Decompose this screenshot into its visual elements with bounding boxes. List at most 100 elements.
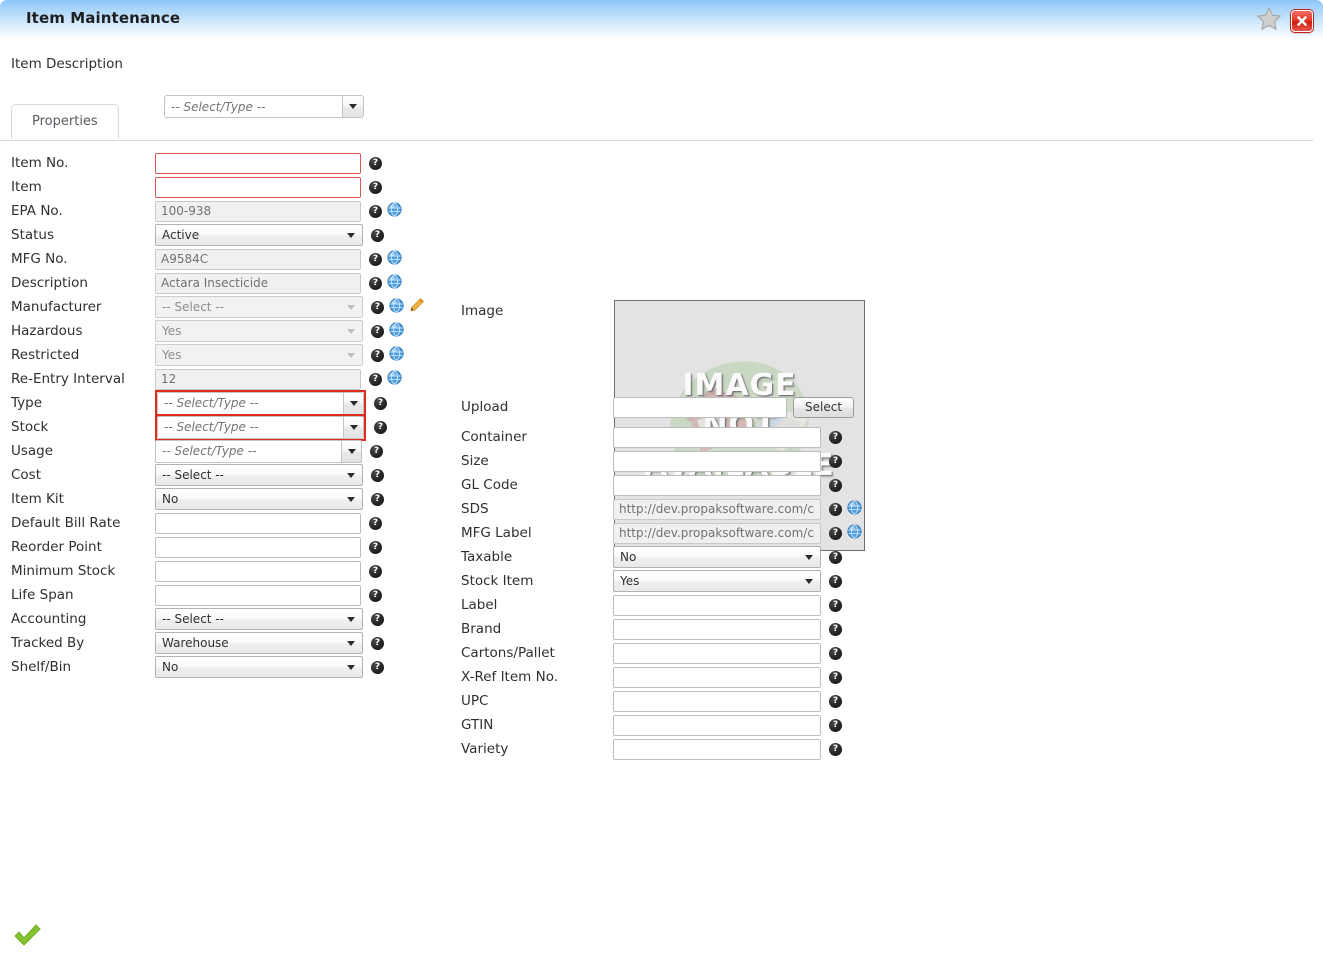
help-icon[interactable]: ? <box>369 540 382 554</box>
edit-pencil-icon[interactable] <box>409 297 425 317</box>
item-no-input[interactable] <box>155 152 361 174</box>
accounting-select[interactable]: -- Select -- <box>155 608 363 630</box>
field-icons: ? <box>371 612 384 626</box>
help-icon[interactable]: ? <box>829 454 842 468</box>
globe-icon[interactable] <box>387 369 402 389</box>
help-icon[interactable]: ? <box>829 670 842 684</box>
field-icons: ? <box>829 499 862 519</box>
upload-path-input[interactable] <box>613 396 787 418</box>
type-combo-dropdown-button[interactable] <box>343 391 364 415</box>
status-select[interactable]: Active <box>155 224 363 246</box>
upload-select-button[interactable]: Select <box>793 396 855 418</box>
help-icon[interactable]: ? <box>371 612 384 626</box>
help-icon[interactable]: ? <box>371 324 384 338</box>
globe-icon[interactable] <box>389 297 404 317</box>
label-input[interactable] <box>613 594 821 616</box>
help-icon[interactable]: ? <box>371 300 384 314</box>
help-icon[interactable]: ? <box>374 396 387 410</box>
field-row: Item? <box>0 175 450 199</box>
mfg-label-input <box>613 522 821 544</box>
tab-properties[interactable]: Properties <box>11 104 119 139</box>
help-icon[interactable]: ? <box>371 348 384 362</box>
globe-icon[interactable] <box>387 201 402 221</box>
usage-combobox[interactable] <box>155 439 362 463</box>
field-label: Usage <box>11 443 54 459</box>
help-icon[interactable]: ? <box>369 564 382 578</box>
help-icon[interactable]: ? <box>829 430 842 444</box>
minimum-stock-input[interactable] <box>155 560 361 582</box>
brand-input[interactable] <box>613 618 821 640</box>
field-control: ? <box>155 152 382 174</box>
item-kit-select[interactable]: No <box>155 488 363 510</box>
type-combobox[interactable] <box>155 389 366 417</box>
tracked-by-select[interactable]: Warehouse <box>155 632 363 654</box>
field-control: Yes? <box>155 320 404 342</box>
help-icon[interactable]: ? <box>370 444 383 458</box>
help-icon[interactable]: ? <box>371 636 384 650</box>
star-icon[interactable] <box>1256 6 1282 35</box>
help-icon[interactable]: ? <box>829 478 842 492</box>
type-combo-input[interactable] <box>157 391 343 415</box>
help-icon[interactable]: ? <box>369 204 382 218</box>
help-icon[interactable]: ? <box>371 492 384 506</box>
stock-combo-input[interactable] <box>157 415 343 439</box>
save-button[interactable] <box>12 923 42 953</box>
stock-combobox[interactable] <box>155 413 366 441</box>
item-input[interactable] <box>155 176 361 198</box>
help-icon[interactable]: ? <box>369 372 382 386</box>
help-icon[interactable]: ? <box>829 550 842 564</box>
field-icons: ? <box>369 180 382 194</box>
field-label: Reorder Point <box>11 539 102 555</box>
globe-icon[interactable] <box>847 523 862 543</box>
taxable-select[interactable]: No <box>613 546 821 568</box>
globe-icon[interactable] <box>387 249 402 269</box>
help-icon[interactable]: ? <box>369 516 382 530</box>
close-icon[interactable] <box>1291 9 1313 32</box>
cost-select[interactable]: -- Select -- <box>155 464 363 486</box>
container-input[interactable] <box>613 426 821 448</box>
help-icon[interactable]: ? <box>369 276 382 290</box>
gl-code-input[interactable] <box>613 474 821 496</box>
reorder-point-input[interactable] <box>155 536 361 558</box>
stock-item-select[interactable]: Yes <box>613 570 821 592</box>
help-icon[interactable]: ? <box>829 718 842 732</box>
field-row: X-Ref Item No.? <box>450 665 920 689</box>
upc-input[interactable] <box>613 690 821 712</box>
help-icon[interactable]: ? <box>829 502 842 516</box>
globe-icon[interactable] <box>389 321 404 341</box>
gtin-input[interactable] <box>613 714 821 736</box>
help-icon[interactable]: ? <box>829 622 842 636</box>
cartons-pallet-input[interactable] <box>613 642 821 664</box>
help-icon[interactable]: ? <box>829 574 842 588</box>
help-icon[interactable]: ? <box>371 468 384 482</box>
help-icon[interactable]: ? <box>829 646 842 660</box>
help-icon[interactable]: ? <box>829 526 842 540</box>
field-icons: ? <box>374 420 387 434</box>
help-icon[interactable]: ? <box>369 180 382 194</box>
help-icon[interactable]: ? <box>369 252 382 266</box>
globe-icon[interactable] <box>389 345 404 365</box>
shelf-bin-select[interactable]: No <box>155 656 363 678</box>
variety-input[interactable] <box>613 738 821 760</box>
default-bill-rate-input[interactable] <box>155 512 361 534</box>
globe-icon[interactable] <box>847 499 862 519</box>
globe-icon[interactable] <box>387 273 402 293</box>
manufacturer-select: -- Select -- <box>155 296 363 318</box>
x-ref-item-no-input[interactable] <box>613 666 821 688</box>
help-icon[interactable]: ? <box>829 598 842 612</box>
help-icon[interactable]: ? <box>829 694 842 708</box>
stock-combo-dropdown-button[interactable] <box>343 415 364 439</box>
help-icon[interactable]: ? <box>829 742 842 756</box>
help-icon[interactable]: ? <box>374 420 387 434</box>
size-input[interactable] <box>613 450 821 472</box>
help-icon[interactable]: ? <box>369 156 382 170</box>
usage-combo-dropdown-button[interactable] <box>341 439 362 463</box>
status-select-value: Active <box>162 228 200 242</box>
usage-combo-input[interactable] <box>155 439 341 463</box>
help-icon[interactable]: ? <box>369 588 382 602</box>
help-icon[interactable]: ? <box>371 228 384 242</box>
help-icon[interactable]: ? <box>371 660 384 674</box>
field-label: Hazardous <box>11 323 83 339</box>
life-span-input[interactable] <box>155 584 361 606</box>
field-row: GL Code? <box>450 473 920 497</box>
